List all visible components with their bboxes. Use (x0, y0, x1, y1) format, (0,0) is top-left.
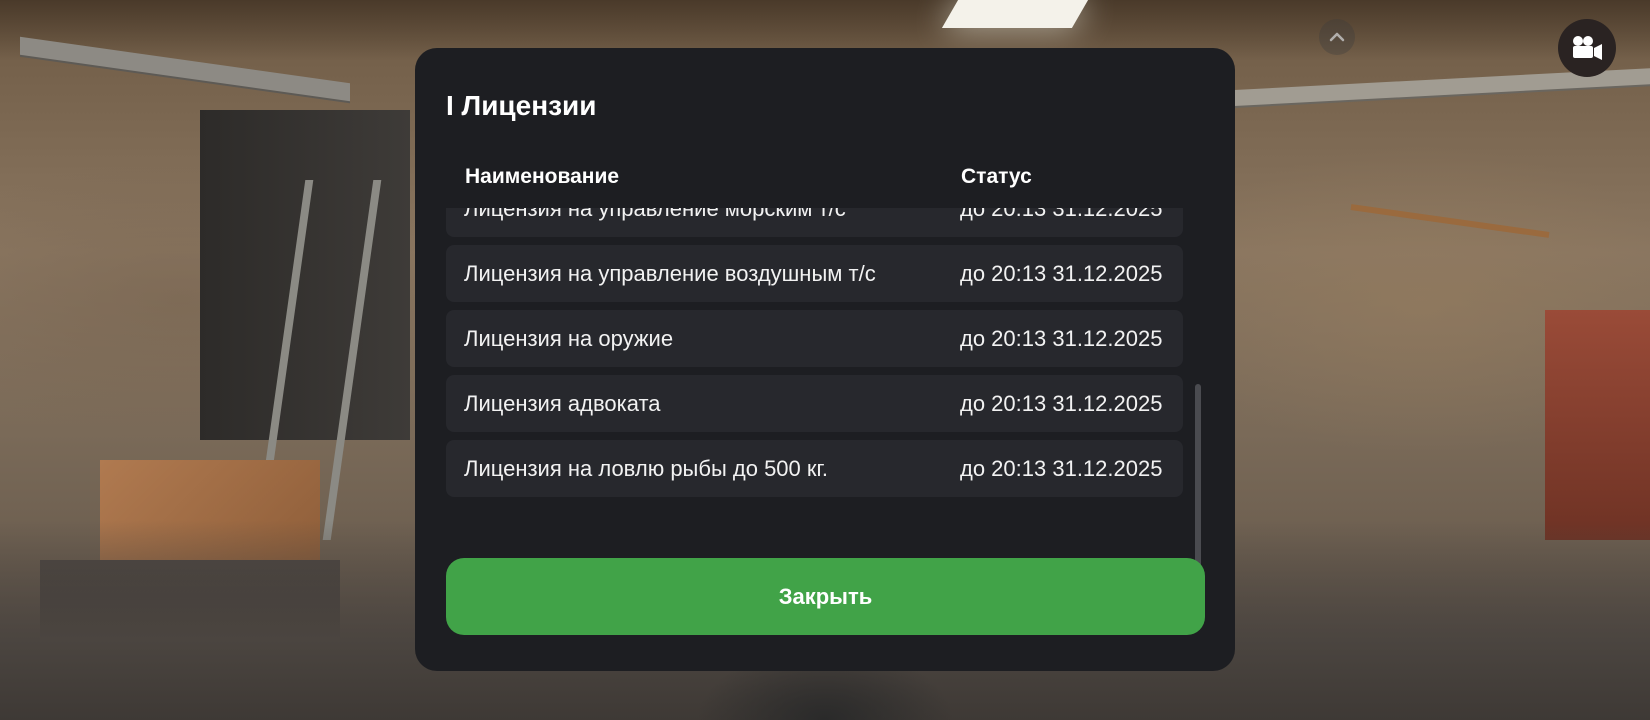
game-scene: I Лицензии Наименование Статус Лицензия … (0, 0, 1650, 720)
chevron-up-icon (1329, 32, 1345, 42)
table-header: Наименование Статус (465, 165, 1185, 195)
license-name: Лицензия на ловлю рыбы до 500 кг. (464, 456, 828, 481)
license-status: до 20:13 31.12.2025 (960, 261, 1163, 286)
license-name: Лицензия на управление морским т/с (464, 208, 846, 221)
licenses-list-content: Лицензия на управление морским т/с до 20… (446, 208, 1186, 505)
close-button[interactable]: Закрыть (446, 558, 1205, 635)
license-name: Лицензия на оружие (464, 326, 674, 351)
license-status: до 20:13 31.12.2025 (960, 456, 1163, 481)
column-header-name: Наименование (465, 165, 620, 188)
license-status: до 20:13 31.12.2025 (960, 391, 1163, 416)
list-scrollbar[interactable] (1195, 208, 1201, 568)
column-header-status: Статус (961, 165, 1032, 188)
video-camera-icon (1573, 36, 1602, 60)
table-row: Лицензия на ловлю рыбы до 500 кг. до 20:… (446, 440, 1183, 497)
license-status: до 20:13 31.12.2025 (960, 208, 1163, 221)
license-status: до 20:13 31.12.2025 (960, 326, 1163, 351)
scroll-up-button[interactable] (1319, 19, 1355, 55)
table-row: Лицензия на управление воздушным т/с до … (446, 245, 1183, 302)
list-scrollbar-thumb[interactable] (1195, 384, 1201, 568)
ceiling-light (941, 0, 1089, 28)
camera-button[interactable] (1558, 19, 1616, 77)
license-name: Лицензия адвоката (464, 391, 661, 416)
modal-title: I Лицензии (446, 90, 597, 121)
license-name: Лицензия на управление воздушным т/с (464, 261, 876, 286)
licenses-modal: I Лицензии Наименование Статус Лицензия … (415, 48, 1235, 671)
table-row: Лицензия на управление морским т/с до 20… (446, 208, 1183, 237)
licenses-list[interactable]: Лицензия на управление морским т/с до 20… (446, 208, 1186, 568)
table-row: Лицензия адвоката до 20:13 31.12.2025 (446, 375, 1183, 432)
broom (1350, 204, 1550, 238)
table-row: Лицензия на оружие до 20:13 31.12.2025 (446, 310, 1183, 367)
tool-cabinet (1545, 310, 1650, 540)
